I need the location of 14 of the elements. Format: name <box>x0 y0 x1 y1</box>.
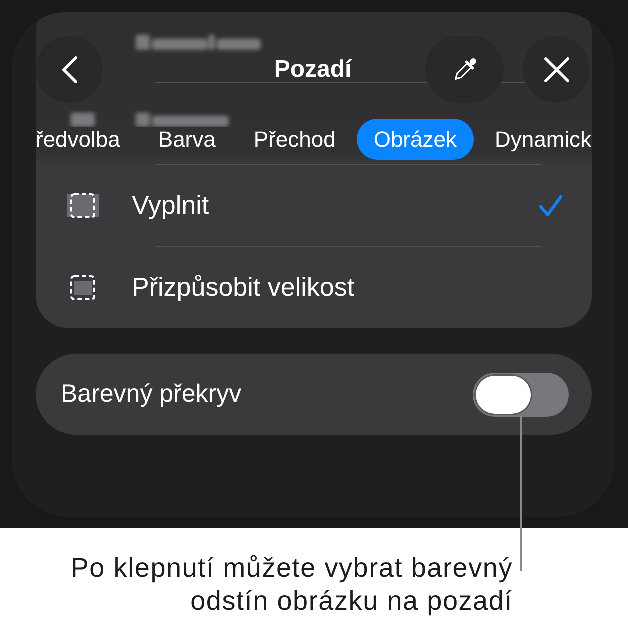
tab[interactable]: Dynamick <box>478 126 609 152</box>
tab[interactable]: ředvolba <box>19 126 138 152</box>
option-item[interactable]: Přizpůsobit velikost <box>36 247 592 328</box>
close-icon <box>544 56 570 82</box>
sheet-title: Pozadí <box>274 56 352 84</box>
chevron-left-icon <box>62 56 78 84</box>
tab[interactable]: Obrázek <box>356 119 474 160</box>
toggle-label: Barevný překryv <box>61 380 242 409</box>
tab[interactable]: Barva <box>141 126 233 152</box>
toggle-switch[interactable] <box>473 372 569 416</box>
callout-text: Po klepnutí můžete vybrat barevný odstín obrázku na pozadí <box>70 552 513 618</box>
tab[interactable]: Přechod <box>236 126 353 152</box>
option-item[interactable]: Vyplnit <box>36 165 592 246</box>
filled-dashed-square-icon <box>67 192 99 218</box>
